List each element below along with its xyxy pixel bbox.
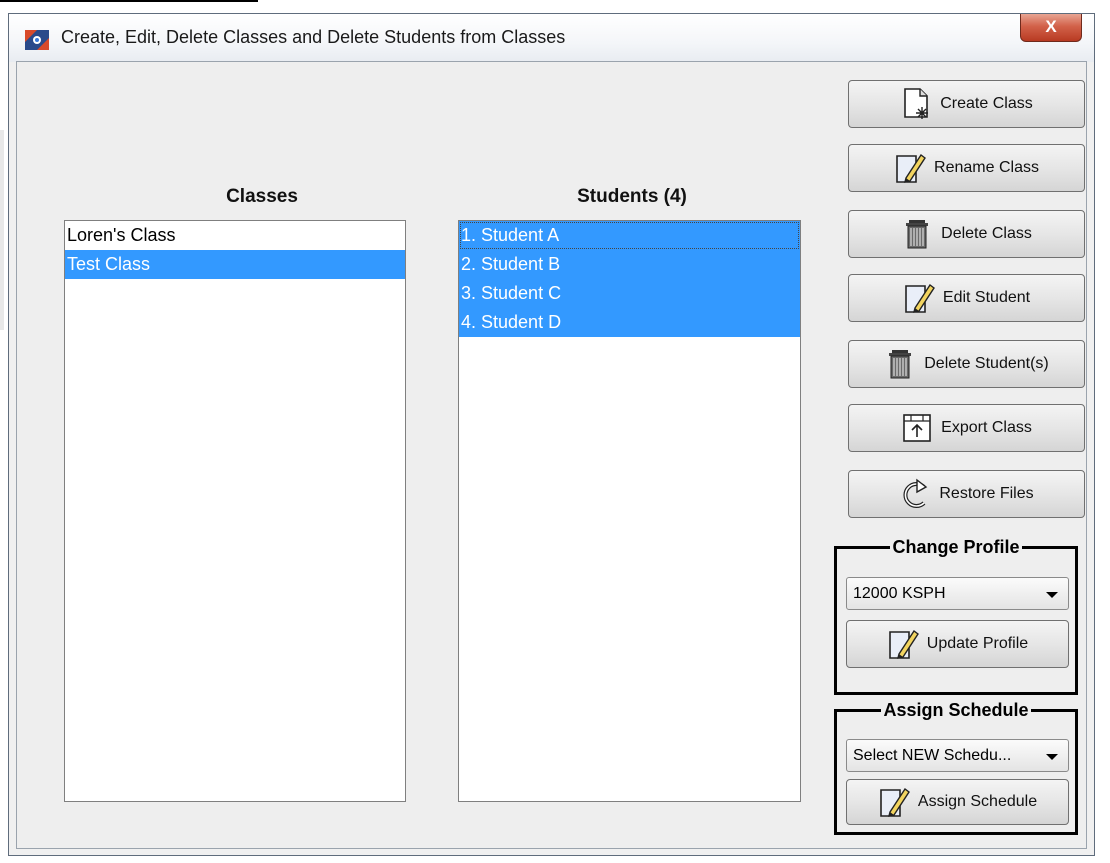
- close-button[interactable]: X: [1020, 14, 1082, 42]
- students-listbox[interactable]: 1. Student A 2. Student B 3. Student C 4…: [458, 220, 801, 802]
- delete-students-label: Delete Student(s): [924, 355, 1049, 372]
- class-list-item-selected[interactable]: Test Class: [65, 250, 405, 279]
- export-class-button[interactable]: Export Class: [848, 404, 1085, 452]
- assign-schedule-group: Assign Schedule Select NEW Schedu... Ass…: [834, 698, 1078, 835]
- class-list-item[interactable]: Loren's Class: [65, 221, 405, 250]
- dialog-content: Classes Loren's Class Test Class Student…: [16, 61, 1087, 849]
- edit-document-icon: [880, 787, 910, 817]
- edit-document-icon: [905, 283, 935, 313]
- student-list-item[interactable]: 3. Student C: [459, 279, 800, 308]
- rename-class-button[interactable]: Rename Class: [848, 144, 1085, 192]
- edit-document-icon: [896, 153, 926, 183]
- delete-class-button[interactable]: Delete Class: [848, 210, 1085, 258]
- chevron-down-icon: [1046, 592, 1058, 598]
- title-bar[interactable]: Create, Edit, Delete Classes and Delete …: [9, 14, 1094, 62]
- trash-can-icon: [906, 220, 929, 249]
- classes-title: Classes: [226, 186, 298, 207]
- export-icon: [903, 414, 931, 442]
- restore-arrow-icon: [903, 478, 928, 508]
- app-logo-icon: [25, 30, 49, 50]
- new-document-icon: [904, 88, 929, 119]
- change-profile-group: Change Profile 12000 KSPH Update Profile: [834, 535, 1078, 695]
- profile-select-value: 12000 KSPH: [853, 585, 946, 602]
- update-profile-button[interactable]: Update Profile: [846, 620, 1069, 668]
- create-class-button[interactable]: Create Class: [848, 80, 1085, 128]
- close-icon: X: [1045, 17, 1057, 36]
- change-profile-legend: Change Profile: [890, 535, 1022, 559]
- restore-files-button[interactable]: Restore Files: [848, 470, 1085, 518]
- restore-files-label: Restore Files: [939, 485, 1034, 502]
- update-profile-label: Update Profile: [926, 635, 1029, 652]
- edit-student-label: Edit Student: [942, 289, 1031, 306]
- student-list-item[interactable]: 4. Student D: [459, 308, 800, 337]
- assign-schedule-button[interactable]: Assign Schedule: [846, 779, 1069, 825]
- chevron-down-icon: [1046, 754, 1058, 760]
- export-class-label: Export Class: [941, 419, 1032, 436]
- rename-class-label: Rename Class: [934, 159, 1039, 176]
- dialog-window: Create, Edit, Delete Classes and Delete …: [8, 13, 1095, 856]
- assign-schedule-legend: Assign Schedule: [881, 698, 1031, 722]
- delete-students-button[interactable]: Delete Student(s): [848, 340, 1085, 388]
- window-title: Create, Edit, Delete Classes and Delete …: [61, 27, 566, 47]
- profile-select[interactable]: 12000 KSPH: [846, 577, 1069, 610]
- schedule-select-value: Select NEW Schedu...: [853, 747, 1012, 764]
- schedule-select[interactable]: Select NEW Schedu...: [846, 739, 1069, 772]
- edit-student-button[interactable]: Edit Student: [848, 274, 1085, 322]
- create-class-label: Create Class: [940, 95, 1033, 112]
- student-list-item[interactable]: 2. Student B: [459, 250, 800, 279]
- student-list-item[interactable]: 1. Student A: [459, 221, 800, 250]
- delete-class-label: Delete Class: [941, 225, 1032, 242]
- classes-listbox[interactable]: Loren's Class Test Class: [64, 220, 406, 802]
- assign-schedule-label: Assign Schedule: [917, 793, 1038, 810]
- edit-document-icon: [888, 629, 919, 659]
- students-title: Students (4): [577, 186, 687, 207]
- trash-can-icon: [889, 350, 912, 379]
